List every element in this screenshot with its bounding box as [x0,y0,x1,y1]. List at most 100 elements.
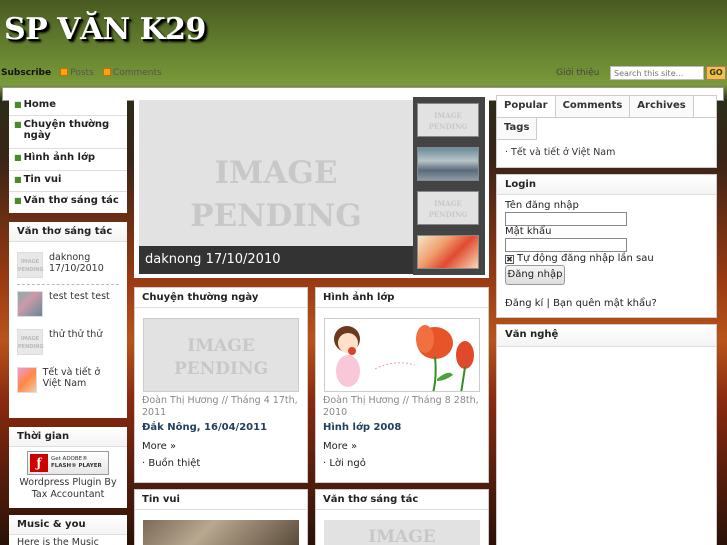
related-link[interactable]: · Lời ngỏ [323,458,366,469]
recent-post-title[interactable]: thử thử thử [49,329,102,355]
post-meta: Đoàn Thị Hương // Tháng 4 17th, 2011 [142,395,298,418]
nav-label: Văn thơ sáng tác [23,195,119,206]
pending-text: PENDING [428,210,468,219]
search-input[interactable] [610,66,704,80]
subscribe-links: Subscribe Posts Comments [1,68,162,78]
nav-label: Tin vui [23,174,62,185]
tab-tags[interactable]: Tags [497,118,538,139]
featured-thumb-photo[interactable] [417,235,479,269]
search-go-button[interactable]: GO [706,66,726,80]
post-card: Hình ảnh lớp Đoàn Thị Hương // Tháng 8 2… [315,287,489,483]
site-header: SP VĂN K29 Subscribe Posts Comments Giới… [0,0,727,88]
login-widget: Login Tên đăng nhập Mật khẩu ✖ Tự động đ… [496,174,717,318]
pending-text: IMAGE [187,336,255,356]
username-label: Tên đăng nhập [505,200,579,211]
post-card: Chuyện thường ngày IMAGE PENDING Đoàn Thị… [134,287,308,483]
widget-title: Văn nghệ [497,325,716,347]
featured-thumb-strip: IMAGE PENDING IMAGE PENDING [413,97,485,275]
popular-post-link[interactable]: · Tết và tiết ở Việt Nam [497,140,716,165]
pending-text: PENDING [428,122,468,131]
flash-badge-text: FLASH® PLAYER [51,463,102,469]
tabbed-widget: Popular Comments Archives Tags · Tết và … [496,95,717,168]
forgot-password-link[interactable]: Bạn quên mật khẩu? [553,298,657,309]
nav-home[interactable]: ■ Home [9,96,127,116]
post-title[interactable]: Hình lớp 2008 [323,422,401,433]
featured-thumb-pending[interactable]: IMAGE PENDING [417,103,479,137]
photo-thumb [17,291,43,317]
posts-feed-link[interactable]: Posts [70,68,94,78]
bullet-icon: ■ [14,153,22,162]
nav-chuyen-thuong-ngay[interactable]: ■ Chuyện thường ngày [9,116,127,149]
register-link[interactable]: Đăng kí [505,298,543,309]
category-title[interactable]: Hình ảnh lớp [316,288,488,308]
widget-title: Login [497,175,716,195]
music-widget: Music & you Here is the Music [9,515,127,545]
post-card: Tin vui [134,489,308,545]
post-image[interactable] [324,318,480,392]
recent-post-item[interactable]: test test test [9,285,127,323]
category-title[interactable]: Chuyện thường ngày [135,288,307,308]
pending-text: IMAGE [434,111,462,120]
category-nav: ■ Home ■ Chuyện thường ngày ■ Hình ảnh lớp … [9,96,127,213]
featured-thumb-pending[interactable]: IMAGE PENDING [417,191,479,225]
music-text: Here is the Music [17,537,99,545]
comments-feed-link[interactable]: Comments [113,68,162,78]
recent-post-title[interactable]: Tết và tiết ở Việt Nam [43,367,119,393]
tab-archives[interactable]: Archives [630,96,694,117]
remember-label: Tự động đăng nhập lần sau [517,253,654,264]
widget-title: Thời gian [9,427,127,447]
remember-checkbox[interactable]: ✖ [505,255,514,264]
photo-thumb [17,367,37,393]
nav-tin-vui[interactable]: ■ Tin vui [9,171,127,192]
password-input[interactable] [505,238,627,252]
separator: | [546,298,550,309]
plugin-credit[interactable]: Wordpress Plugin By Tax Accountant [13,477,123,501]
subscribe-bar: Subscribe Posts Comments Giới thiệu GO [0,66,727,82]
featured-caption[interactable]: daknong 17/10/2010 [139,246,413,274]
tab-bar: Popular Comments Archives [497,96,716,118]
more-link[interactable]: More » [323,441,357,452]
bullet-icon: ■ [14,120,22,129]
rss-icon [60,68,69,76]
post-image-pending[interactable]: IMAGE [324,520,480,545]
van-nghe-widget: Văn nghệ [496,324,717,545]
post-image[interactable] [143,520,299,545]
nav-label: Hình ảnh lớp [23,152,96,163]
image-pending-thumb: IMAGE PENDING [17,329,44,355]
recent-post-item[interactable]: IMAGE PENDING thử thử thử [9,323,127,361]
nav-van-tho[interactable]: ■ Văn thơ sáng tác [9,192,127,213]
recent-post-item[interactable]: IMAGE PENDING daknong 17/10/2010 [9,242,127,284]
password-label: Mật khẩu [505,226,552,237]
recent-post-title[interactable]: test test test [49,291,110,317]
recent-post-title[interactable]: daknong 17/10/2010 [49,252,119,278]
girl-flower-illustration [334,325,474,391]
about-link[interactable]: Giới thiệu [556,68,599,78]
more-link[interactable]: More » [142,441,176,452]
pending-text: IMAGE [434,199,462,208]
login-button[interactable]: Đăng nhập [505,265,565,285]
widget-title: Văn thơ sáng tác [9,222,127,242]
post-meta: Đoàn Thị Hương // Tháng 8 28th, 2010 [323,395,479,418]
tab-popular[interactable]: Popular [497,96,556,117]
site-title[interactable]: SP VĂN K29 [4,12,206,47]
category-title[interactable]: Văn thơ sáng tác [316,490,488,510]
flash-icon: ƒ [30,454,48,472]
flash-player-badge[interactable]: ƒ Get ADOBE® FLASH® PLAYER [27,451,109,475]
category-title[interactable]: Tin vui [135,490,307,510]
image-pending-thumb: IMAGE PENDING [17,252,44,278]
featured-thumb-photo[interactable] [417,147,479,181]
post-title[interactable]: Đắk Nông, 16/04/2011 [142,422,267,433]
pending-text: IMAGE [368,527,436,545]
nav-hinh-anh-lop[interactable]: ■ Hình ảnh lớp [9,149,127,171]
recent-post-item[interactable]: Tết và tiết ở Việt Nam [9,361,127,399]
tab-bar-row-2: Tags [497,118,538,140]
widget-title: Music & you [9,515,127,535]
nav-label: Home [23,99,57,110]
post-image-pending[interactable]: IMAGE PENDING [143,318,299,392]
bullet-icon: ■ [14,196,22,205]
username-input[interactable] [505,212,627,226]
subscribe-label: Subscribe [1,68,52,78]
tab-comments[interactable]: Comments [555,96,631,117]
related-link[interactable]: · Buồn thiệt [142,458,200,469]
van-tho-widget: Văn thơ sáng tác IMAGE PENDING daknong 17… [9,222,127,418]
